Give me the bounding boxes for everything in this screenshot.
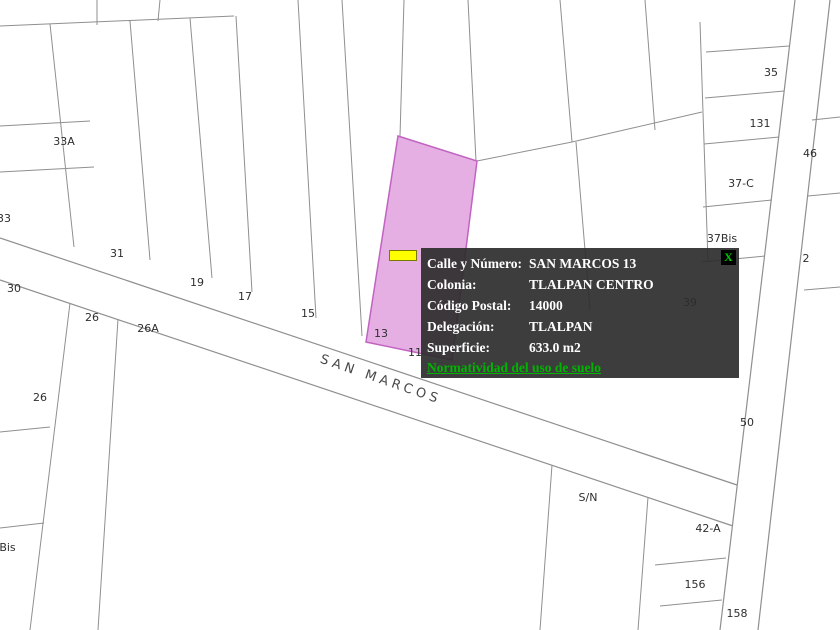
field-value: TLALPAN: [529, 316, 735, 337]
field-value: SAN MARCOS 13: [529, 253, 735, 274]
field-value: TLALPAN CENTRO: [529, 274, 735, 295]
field-label: Colonia:: [427, 274, 529, 295]
parcel-label: 35: [764, 66, 778, 79]
popup-field-calle: Calle y Número: SAN MARCOS 13: [427, 253, 735, 274]
field-label: Calle y Número:: [427, 253, 529, 274]
parcel-label: 50: [740, 416, 754, 429]
popup-field-delegacion: Delegación: TLALPAN: [427, 316, 735, 337]
field-value: 633.0 m2: [529, 337, 735, 358]
popup-field-colonia: Colonia: TLALPAN CENTRO: [427, 274, 735, 295]
parcel-label: 33: [0, 212, 11, 225]
popup-field-superficie: Superficie: 633.0 m2: [427, 337, 735, 358]
parcel-label: 17: [238, 290, 252, 303]
normatividad-uso-suelo-link[interactable]: Normatividad del uso de suelo: [427, 360, 601, 376]
parcel-label: 11: [408, 346, 422, 359]
map-viewport[interactable]: 33A 33 31 30 19 17 15 13 11 26 26A 26 8Bis 35 131 46 37-…: [0, 0, 840, 630]
parcel-label: 37Bis: [707, 232, 738, 245]
parcel-label: 158: [727, 607, 748, 620]
field-label: Delegación:: [427, 316, 529, 337]
parcel-label: 26A: [137, 322, 159, 335]
popup-field-codigo-postal: Código Postal: 14000: [427, 295, 735, 316]
parcel-label: 31: [110, 247, 124, 260]
parcel-info-popup: X Calle y Número: SAN MARCOS 13 Colonia:…: [421, 248, 739, 378]
parcel-label: 156: [685, 578, 706, 591]
field-label: Superficie:: [427, 337, 529, 358]
parcel-label: 42-A: [695, 522, 721, 535]
parcel-label: 26: [85, 311, 99, 324]
parcel-label: 19: [190, 276, 204, 289]
parcel-label: 37-C: [728, 177, 754, 190]
parcel-label: 13: [374, 327, 388, 340]
parcel-label: 2: [803, 252, 810, 265]
parcel-label: 15: [301, 307, 315, 320]
parcel-label: 46: [803, 147, 817, 160]
parcel-label: 26: [33, 391, 47, 404]
location-marker: [389, 250, 417, 261]
popup-close-button[interactable]: X: [721, 250, 736, 265]
parcel-label: S/N: [579, 491, 598, 504]
parcel-label: 33A: [53, 135, 75, 148]
field-value: 14000: [529, 295, 735, 316]
field-label: Código Postal:: [427, 295, 529, 316]
parcel-label: 30: [7, 282, 21, 295]
parcel-label: 8Bis: [0, 541, 16, 554]
parcel-label: 131: [750, 117, 771, 130]
